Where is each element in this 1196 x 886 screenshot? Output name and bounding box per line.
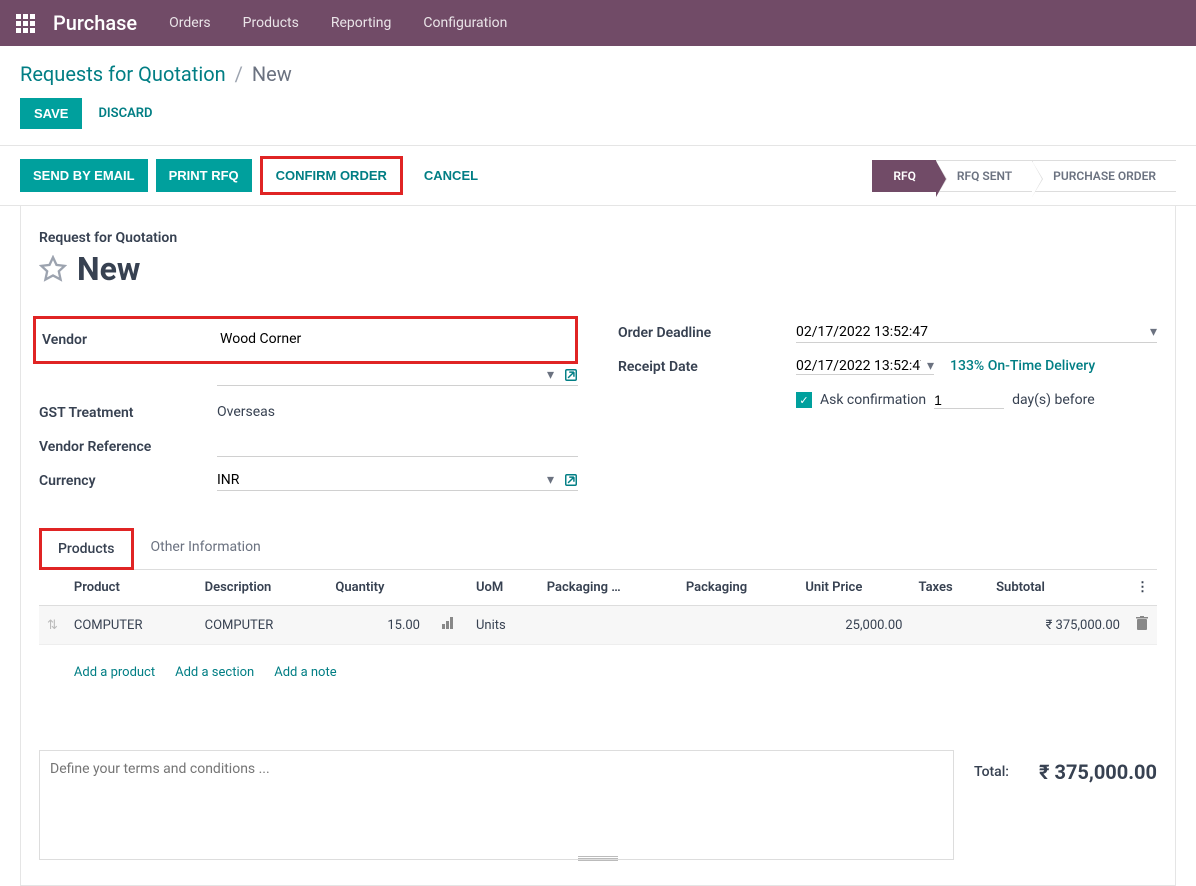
days-after-label: day(s) before <box>1012 392 1095 408</box>
tabs: Products Other Information <box>39 528 1157 570</box>
total-box: Total: ₹ 375,000.00 <box>974 750 1157 784</box>
th-taxes: Taxes <box>910 570 988 606</box>
top-navbar: Purchase Orders Products Reporting Confi… <box>0 0 1196 46</box>
currency-external-icon[interactable] <box>564 473 578 487</box>
gst-label: GST Treatment <box>39 405 217 421</box>
add-section-link[interactable]: Add a section <box>175 665 254 680</box>
tab-products[interactable]: Products <box>39 528 134 570</box>
status-bar: RFQ RFQ SENT PURCHASE ORDER <box>872 160 1176 192</box>
apps-icon[interactable] <box>16 14 35 33</box>
trash-icon[interactable] <box>1136 619 1148 634</box>
th-subtotal: Subtotal <box>988 570 1128 606</box>
deadline-label: Order Deadline <box>618 325 796 341</box>
terms-input[interactable] <box>50 761 943 793</box>
table-row[interactable]: ⇅ COMPUTER COMPUTER 15.00 Units 25,000.0… <box>39 606 1157 645</box>
vendor-ref-label: Vendor Reference <box>39 439 217 455</box>
ask-confirmation-label: Ask confirmation <box>820 392 926 408</box>
vendor-caret-icon[interactable]: ▾ <box>547 367 554 383</box>
deadline-caret-icon[interactable]: ▾ <box>1150 324 1157 340</box>
cancel-button[interactable]: CANCEL <box>411 159 491 192</box>
th-description: Description <box>197 570 328 606</box>
resize-handle-icon[interactable] <box>578 856 618 861</box>
vendor-highlight: Vendor <box>33 316 578 364</box>
nav-orders[interactable]: Orders <box>169 15 211 31</box>
cell-packaging-q[interactable] <box>539 606 678 645</box>
confirm-highlight: CONFIRM ORDER <box>260 156 403 195</box>
vendor-input[interactable] <box>220 331 569 347</box>
confirm-order-button[interactable]: CONFIRM ORDER <box>263 159 400 192</box>
cell-description[interactable]: COMPUTER <box>197 606 328 645</box>
deadline-input[interactable] <box>796 324 1140 340</box>
currency-caret-icon[interactable]: ▾ <box>547 472 554 488</box>
th-packaging-q: Packaging … <box>539 570 678 606</box>
form-sheet: Request for Quotation New Vendor ▾ <box>20 205 1176 886</box>
add-product-link[interactable]: Add a product <box>74 665 155 680</box>
total-value: ₹ 375,000.00 <box>1039 760 1157 784</box>
receipt-caret-icon[interactable]: ▾ <box>927 358 934 374</box>
status-rfq[interactable]: RFQ <box>872 160 936 192</box>
vendor-label: Vendor <box>42 332 220 348</box>
cell-uom[interactable]: Units <box>468 606 539 645</box>
save-button[interactable]: SAVE <box>20 98 82 129</box>
rfq-label: Request for Quotation <box>39 230 1157 246</box>
th-uom: UoM <box>468 570 539 606</box>
cell-unit-price[interactable]: 25,000.00 <box>797 606 910 645</box>
drag-handle-icon[interactable]: ⇅ <box>39 606 66 645</box>
send-email-button[interactable]: SEND BY EMAIL <box>20 159 148 192</box>
cell-packaging[interactable] <box>678 606 798 645</box>
gst-value: Overseas <box>217 404 275 420</box>
receipt-input[interactable] <box>796 358 921 374</box>
cell-product[interactable]: COMPUTER <box>66 606 197 645</box>
currency-label: Currency <box>39 473 217 489</box>
cell-taxes[interactable] <box>910 606 988 645</box>
column-options-icon[interactable]: ⋮ <box>1128 570 1157 606</box>
top-nav: Orders Products Reporting Configuration <box>169 15 507 31</box>
days-input[interactable] <box>934 392 1004 409</box>
terms-box[interactable] <box>39 750 954 860</box>
app-title: Purchase <box>53 11 137 35</box>
cell-subtotal: ₹ 375,000.00 <box>988 606 1128 645</box>
th-packaging: Packaging <box>678 570 798 606</box>
receipt-label: Receipt Date <box>618 359 796 375</box>
print-rfq-button[interactable]: PRINT RFQ <box>156 159 252 192</box>
vendor-ref-input[interactable] <box>217 438 578 454</box>
nav-products[interactable]: Products <box>243 15 299 31</box>
cell-quantity[interactable]: 15.00 <box>327 606 428 645</box>
star-icon[interactable] <box>39 255 67 283</box>
ask-confirmation-checkbox[interactable]: ✓ <box>796 392 812 408</box>
vendor-external-icon[interactable] <box>564 368 578 382</box>
breadcrumb: Requests for Quotation / New <box>0 46 1196 94</box>
currency-input[interactable] <box>217 472 537 488</box>
forecast-icon[interactable] <box>442 618 456 633</box>
nav-configuration[interactable]: Configuration <box>423 15 507 31</box>
breadcrumb-root[interactable]: Requests for Quotation <box>20 62 226 86</box>
save-row: SAVE DISCARD <box>0 94 1196 145</box>
action-bar: SEND BY EMAIL PRINT RFQ CONFIRM ORDER CA… <box>0 146 1196 205</box>
th-product: Product <box>66 570 197 606</box>
discard-button[interactable]: DISCARD <box>98 106 152 121</box>
breadcrumb-current: New <box>252 62 292 86</box>
status-rfq-sent[interactable]: RFQ SENT <box>936 160 1032 192</box>
tab-other-info[interactable]: Other Information <box>134 528 278 570</box>
add-note-link[interactable]: Add a note <box>274 665 336 680</box>
on-time-delivery[interactable]: 133% On-Time Delivery <box>950 358 1095 374</box>
breadcrumb-sep: / <box>235 62 243 86</box>
doc-title: New <box>77 250 140 288</box>
th-unit-price: Unit Price <box>797 570 910 606</box>
status-purchase-order[interactable]: PURCHASE ORDER <box>1032 160 1176 192</box>
order-lines-table: Product Description Quantity UoM Packagi… <box>39 570 1157 700</box>
total-label: Total: <box>974 764 1009 780</box>
th-quantity: Quantity <box>327 570 428 606</box>
nav-reporting[interactable]: Reporting <box>331 15 392 31</box>
